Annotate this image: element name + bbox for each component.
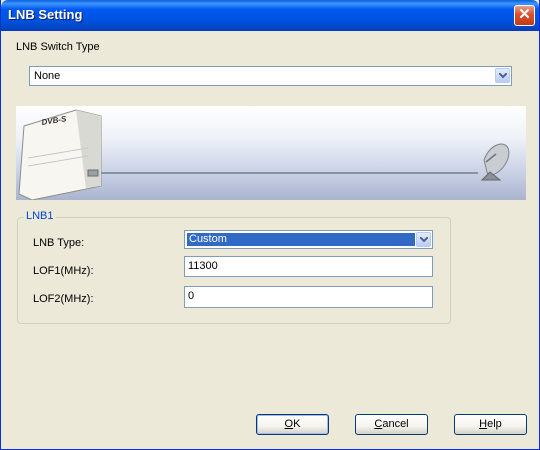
ok-button[interactable]: OK [256, 414, 329, 435]
lof2-input[interactable]: 0 [184, 286, 433, 308]
lof2-label: LOF2(MHz): [33, 293, 94, 305]
cancel-label-rest: ancel [382, 418, 409, 430]
switch-type-label: LNB Switch Type [16, 41, 100, 53]
dvb-s-device-icon: DVB-S [18, 109, 102, 200]
help-label-rest: elp [487, 418, 502, 430]
lnb1-legend: LNB1 [24, 210, 56, 222]
title-bar[interactable]: LNB Setting ✕ [1, 0, 539, 31]
lnb-type-dropdown[interactable]: Custom [184, 230, 433, 249]
lnb-type-value: Custom [187, 233, 415, 246]
switch-type-dropdown[interactable]: None [29, 66, 512, 86]
window-title: LNB Setting [8, 7, 83, 22]
switch-type-dropdown-button[interactable] [495, 68, 510, 83]
lnb-diagram: DVB-S [18, 109, 510, 200]
cancel-button[interactable]: Cancel [355, 414, 428, 435]
chevron-down-icon [499, 73, 507, 79]
chevron-down-icon [420, 237, 428, 243]
help-button[interactable]: Help [454, 414, 527, 435]
close-button[interactable]: ✕ [514, 5, 535, 26]
lnb-diagram-banner: DVB-S [16, 106, 526, 200]
lnb-setting-dialog: LNB Setting ✕ LNB Switch Type None DVB-S [0, 0, 540, 450]
switch-type-value: None [34, 70, 61, 82]
lnb-type-label: LNB Type: [33, 237, 85, 249]
help-mnemonic: H [479, 418, 488, 430]
close-icon: ✕ [518, 6, 531, 23]
lof1-label: LOF1(MHz): [33, 265, 94, 277]
satellite-dish-icon [480, 143, 510, 181]
ok-mnemonic: O [284, 418, 294, 430]
lnb-type-dropdown-button[interactable] [416, 232, 431, 247]
lof1-input[interactable]: 11300 [184, 256, 433, 277]
ok-label-rest: K [293, 418, 301, 430]
